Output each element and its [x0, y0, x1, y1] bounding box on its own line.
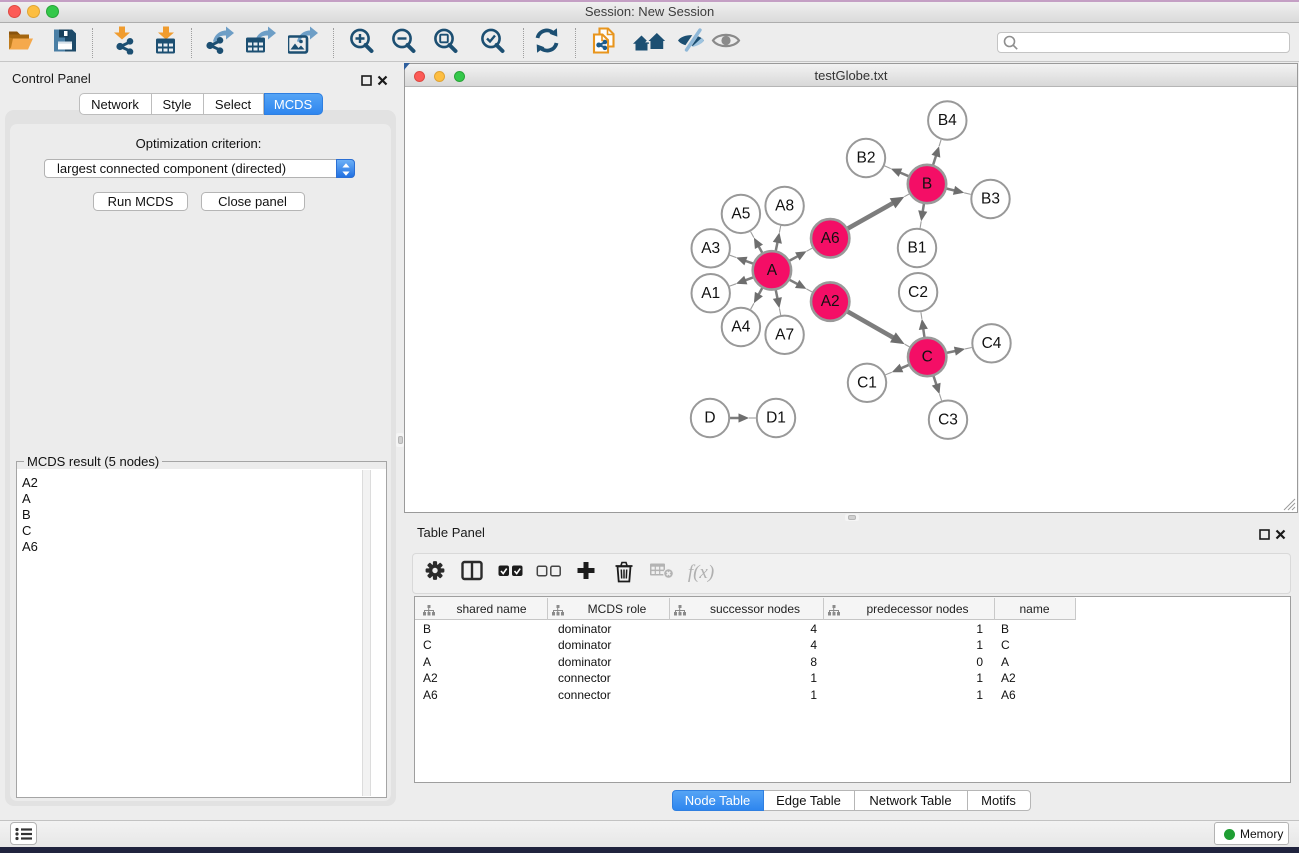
svg-text:C4: C4 [982, 335, 1002, 352]
svg-text:B1: B1 [908, 240, 927, 257]
svg-text:A7: A7 [775, 326, 794, 343]
svg-text:A: A [767, 262, 778, 279]
svg-text:A8: A8 [775, 198, 794, 215]
svg-text:B2: B2 [857, 150, 876, 167]
svg-text:C3: C3 [938, 411, 958, 428]
svg-text:C1: C1 [857, 374, 877, 391]
svg-text:A1: A1 [701, 285, 720, 302]
svg-text:D1: D1 [766, 410, 786, 427]
svg-text:A3: A3 [701, 240, 720, 257]
svg-text:B: B [922, 176, 932, 193]
svg-text:B4: B4 [938, 112, 957, 129]
svg-text:A5: A5 [731, 205, 750, 222]
svg-text:A2: A2 [821, 293, 840, 310]
svg-text:A4: A4 [731, 319, 750, 336]
svg-text:D: D [704, 410, 715, 427]
svg-text:C2: C2 [908, 284, 928, 301]
svg-text:B3: B3 [981, 191, 1000, 208]
svg-text:C: C [922, 349, 933, 366]
svg-text:A6: A6 [821, 230, 840, 247]
